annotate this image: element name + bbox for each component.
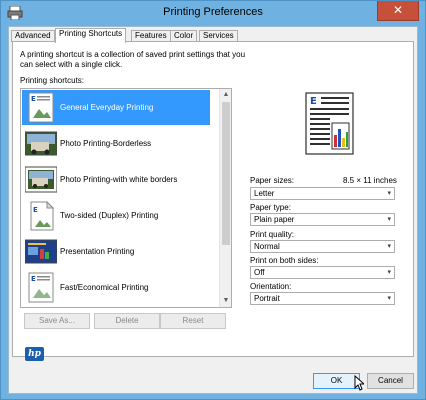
chevron-down-icon: ▾ bbox=[387, 243, 391, 250]
paper-sizes-label: Paper sizes: bbox=[250, 176, 295, 185]
paper-size-select[interactable]: Letter ▾ bbox=[250, 187, 395, 200]
cancel-button[interactable]: Cancel bbox=[367, 373, 414, 389]
paper-type-selected: Plain paper bbox=[254, 215, 295, 224]
chevron-down-icon: ▾ bbox=[387, 269, 391, 276]
reset-button[interactable]: Reset bbox=[160, 313, 226, 329]
print-both-sides-selected: Off bbox=[254, 268, 265, 277]
scroll-thumb[interactable] bbox=[222, 102, 230, 245]
print-both-sides-label: Print on both sides: bbox=[250, 256, 319, 265]
save-as-button[interactable]: Save As... bbox=[24, 313, 90, 329]
close-button[interactable]: ✕ bbox=[377, 1, 419, 21]
chevron-down-icon: ▾ bbox=[387, 190, 391, 197]
print-quality-select[interactable]: Normal ▾ bbox=[250, 240, 395, 253]
document-icon: E bbox=[28, 92, 54, 123]
window-title: Printing Preferences bbox=[163, 6, 263, 18]
presentation-icon bbox=[25, 239, 57, 264]
ok-button[interactable]: OK bbox=[313, 373, 360, 389]
paper-size-value: 8.5 × 11 inches bbox=[343, 176, 397, 185]
printing-shortcuts-panel: A printing shortcut is a collection of s… bbox=[12, 41, 414, 357]
delete-button[interactable]: Delete bbox=[94, 313, 160, 329]
list-item-label: Photo Printing-with white borders bbox=[60, 175, 178, 184]
list-item-label: Fast/Economical Printing bbox=[60, 283, 149, 292]
print-quality-selected: Normal bbox=[254, 242, 280, 251]
orientation-select[interactable]: Portrait ▾ bbox=[250, 292, 395, 305]
svg-text:E: E bbox=[31, 95, 36, 103]
orientation-selected: Portrait bbox=[254, 294, 280, 303]
page-preview-icon: E bbox=[305, 92, 354, 155]
svg-text:E: E bbox=[31, 275, 36, 283]
list-item[interactable]: Photo Printing-with white borders bbox=[22, 162, 210, 197]
svg-text:E: E bbox=[310, 96, 317, 107]
dialog-body: Advanced Printing Shortcuts Features Col… bbox=[8, 26, 418, 394]
scroll-down-icon[interactable]: ▼ bbox=[220, 295, 231, 307]
paper-type-label: Paper type: bbox=[250, 203, 291, 212]
shortcuts-label: Printing shortcuts: bbox=[20, 76, 85, 85]
list-item-label: Presentation Printing bbox=[60, 247, 135, 256]
print-both-sides-select[interactable]: Off ▾ bbox=[250, 266, 395, 279]
paper-type-select[interactable]: Plain paper ▾ bbox=[250, 213, 395, 226]
list-item[interactable]: E Fast/Economical Printing bbox=[22, 270, 210, 305]
paper-size-selected: Letter bbox=[254, 189, 275, 198]
print-quality-label: Print quality: bbox=[250, 230, 295, 239]
printing-preferences-window: Printing Preferences ✕ Advanced Printing… bbox=[0, 0, 426, 400]
list-item[interactable]: Presentation Printing bbox=[22, 234, 210, 269]
list-scrollbar[interactable]: ▲ ▼ bbox=[219, 89, 231, 307]
list-item[interactable]: Photo Printing-Borderless bbox=[22, 126, 210, 161]
title-bar[interactable]: Printing Preferences ✕ bbox=[1, 1, 425, 25]
shortcut-description: A printing shortcut is a collection of s… bbox=[20, 50, 246, 69]
photo-icon bbox=[25, 131, 57, 156]
list-item-label: General Everyday Printing bbox=[60, 103, 154, 112]
list-item-label: Photo Printing-Borderless bbox=[60, 139, 152, 148]
list-item-label: Two-sided (Duplex) Printing bbox=[60, 211, 159, 220]
list-item[interactable]: E Two-sided (Duplex) Printing bbox=[22, 198, 210, 233]
scroll-up-icon[interactable]: ▲ bbox=[220, 89, 231, 101]
duplex-document-icon: E bbox=[30, 200, 55, 231]
mouse-pointer-icon bbox=[354, 375, 364, 391]
photo-icon bbox=[25, 166, 57, 193]
list-item[interactable]: E General Everyday Printing bbox=[22, 90, 210, 125]
shortcuts-list[interactable]: E General Everyday Printing Photo Printi… bbox=[20, 88, 232, 308]
document-icon: E bbox=[28, 272, 54, 303]
svg-text:E: E bbox=[33, 206, 38, 214]
chevron-down-icon: ▾ bbox=[387, 295, 391, 302]
orientation-label: Orientation: bbox=[250, 282, 292, 291]
hp-logo: hp bbox=[25, 347, 44, 361]
tab-printing-shortcuts[interactable]: Printing Shortcuts bbox=[55, 28, 127, 43]
chevron-down-icon: ▾ bbox=[387, 216, 391, 223]
